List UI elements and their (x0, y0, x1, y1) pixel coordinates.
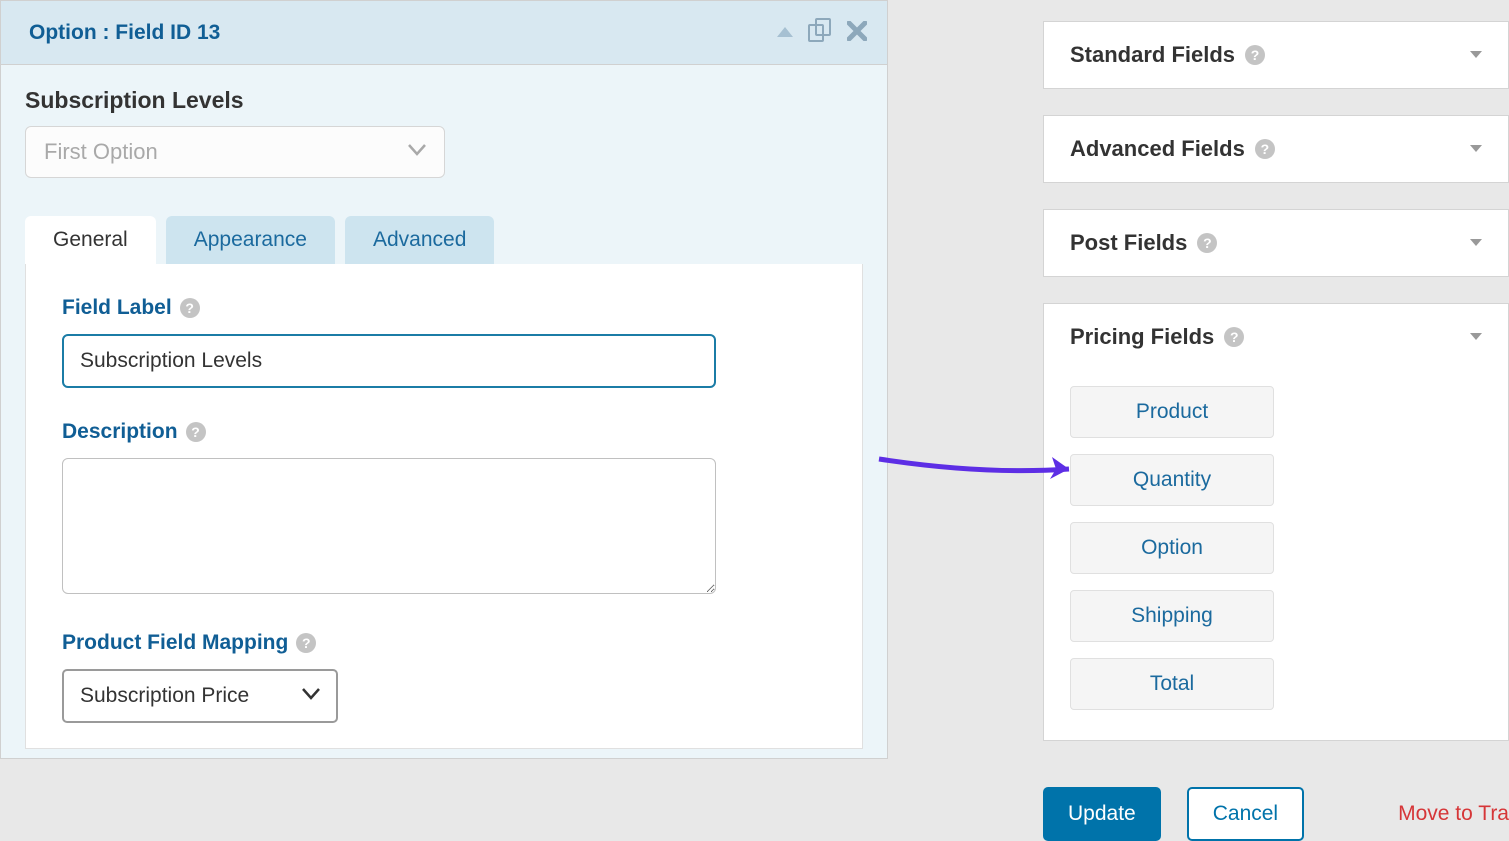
field-body: Subscription Levels First Option General… (0, 65, 888, 759)
product-mapping-label: Product Field Mapping ? (62, 631, 826, 655)
shipping-field-button[interactable]: Shipping (1070, 590, 1274, 642)
description-textarea[interactable] (62, 458, 716, 594)
advanced-fields-title: Advanced Fields ? (1070, 136, 1275, 162)
product-mapping-value: Subscription Price (80, 684, 249, 708)
close-icon[interactable] (847, 17, 867, 48)
help-icon[interactable]: ? (180, 298, 200, 318)
caret-down-icon (1470, 328, 1482, 346)
sidebar-panel: Standard Fields ? Advanced Fields ? Post… (1043, 21, 1509, 841)
update-button[interactable]: Update (1043, 787, 1161, 841)
field-header-title: Option : Field ID 13 (29, 21, 220, 45)
help-icon[interactable]: ? (1255, 139, 1275, 159)
header-icons (777, 17, 867, 48)
caret-down-icon (1470, 234, 1482, 252)
field-label-label: Field Label ? (62, 296, 826, 320)
caret-down-icon (1470, 140, 1482, 158)
standard-fields-title: Standard Fields ? (1070, 42, 1265, 68)
duplicate-icon[interactable] (807, 17, 833, 48)
collapse-icon[interactable] (777, 24, 793, 42)
chevron-down-icon (408, 143, 426, 161)
total-field-button[interactable]: Total (1070, 658, 1274, 710)
description-label: Description ? (62, 420, 826, 444)
help-icon[interactable]: ? (1245, 45, 1265, 65)
help-icon[interactable]: ? (1224, 327, 1244, 347)
move-to-trash-link[interactable]: Move to Tra (1398, 802, 1509, 826)
help-icon[interactable]: ? (186, 422, 206, 442)
help-icon[interactable]: ? (296, 633, 316, 653)
pricing-fields-header[interactable]: Pricing Fields ? (1070, 324, 1482, 350)
field-preview-select-value: First Option (44, 139, 158, 165)
post-fields-title: Post Fields ? (1070, 230, 1217, 256)
quantity-field-button[interactable]: Quantity (1070, 454, 1274, 506)
field-preview-title: Subscription Levels (25, 87, 863, 114)
pricing-fields-section: Pricing Fields ? Product Quantity Option… (1043, 303, 1509, 741)
option-field-button[interactable]: Option (1070, 522, 1274, 574)
field-label-input[interactable] (62, 334, 716, 388)
chevron-down-icon (302, 687, 320, 705)
product-mapping-select[interactable]: Subscription Price (62, 669, 338, 723)
pricing-fields-title: Pricing Fields ? (1070, 324, 1244, 350)
bottom-actions: Update Cancel Move to Tra (1043, 787, 1509, 841)
field-preview-select[interactable]: First Option (25, 126, 445, 178)
tab-general[interactable]: General (25, 216, 156, 264)
tabs: General Appearance Advanced (25, 216, 863, 264)
pricing-buttons: Product Quantity Option Shipping Total (1070, 386, 1482, 710)
field-header: Option : Field ID 13 (0, 0, 888, 65)
advanced-fields-section[interactable]: Advanced Fields ? (1043, 115, 1509, 183)
tab-appearance[interactable]: Appearance (166, 216, 335, 264)
product-field-button[interactable]: Product (1070, 386, 1274, 438)
caret-down-icon (1470, 46, 1482, 64)
tab-content-general: Field Label ? Description ? Product Fiel… (25, 264, 863, 749)
tab-advanced[interactable]: Advanced (345, 216, 494, 264)
field-editor-panel: Option : Field ID 13 Subscription Levels… (0, 0, 888, 759)
cancel-button[interactable]: Cancel (1187, 787, 1304, 841)
help-icon[interactable]: ? (1197, 233, 1217, 253)
standard-fields-section[interactable]: Standard Fields ? (1043, 21, 1509, 89)
post-fields-section[interactable]: Post Fields ? (1043, 209, 1509, 277)
